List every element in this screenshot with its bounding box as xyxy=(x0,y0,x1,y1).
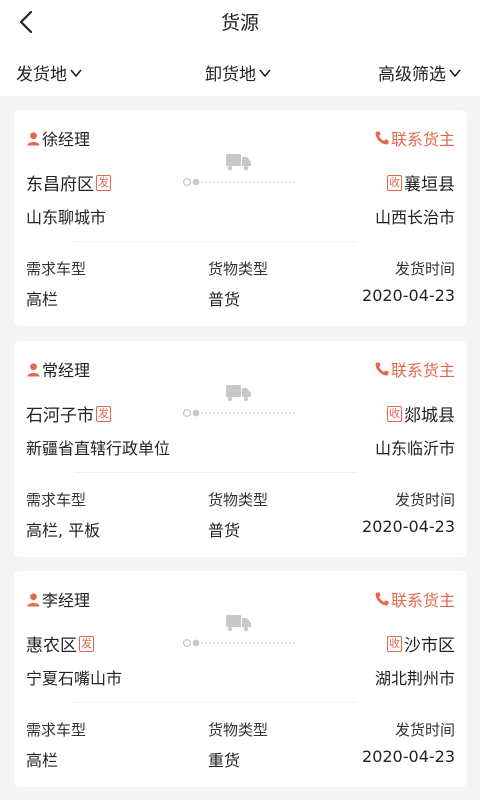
contact-name-text: 徐经理 xyxy=(42,130,91,149)
cargo-card[interactable]: 常经理 联系货主 石河子市 发 收 郯城县 新疆省直辖行政单位 山东临沂市 需求… xyxy=(14,341,467,557)
cargo-type-label: 货物类型 xyxy=(208,260,269,278)
origin-city: 新疆省直辖行政单位 xyxy=(26,439,171,458)
filter-origin[interactable]: 发货地 xyxy=(16,60,83,85)
contact-name: 常经理 xyxy=(26,357,90,381)
contact-name: 徐经理 xyxy=(26,126,90,150)
destination-district: 收 郯城县 xyxy=(385,401,455,426)
ship-date-value: 2020-04-23 xyxy=(362,517,455,536)
person-icon xyxy=(27,362,40,377)
filter-destination-label: 卸货地 xyxy=(205,65,256,85)
destination-district: 收 沙市区 xyxy=(385,631,455,656)
origin-city: 宁夏石嘴山市 xyxy=(26,669,123,688)
ship-date-value: 2020-04-23 xyxy=(362,747,455,766)
contact-name: 李经理 xyxy=(26,587,90,611)
origin-district-text: 东昌府区 xyxy=(26,175,94,195)
destination-tag: 收 xyxy=(387,635,402,652)
phone-icon xyxy=(375,131,389,145)
destination-city: 山西长治市 xyxy=(374,208,455,227)
filter-origin-label: 发货地 xyxy=(16,65,67,85)
contact-name-text: 李经理 xyxy=(42,591,91,610)
cargo-type-value: 重货 xyxy=(208,751,241,770)
chevron-down-icon xyxy=(259,68,271,77)
contact-shipper-label: 联系货主 xyxy=(390,130,455,149)
origin-tag: 发 xyxy=(79,635,94,652)
origin-city: 山东聊城市 xyxy=(26,208,107,227)
chevron-down-icon xyxy=(449,68,461,77)
destination-district: 收 襄垣县 xyxy=(385,170,455,195)
origin-district-text: 石河子市 xyxy=(26,406,94,426)
filter-advanced[interactable]: 高级筛选 xyxy=(378,60,462,85)
filter-destination[interactable]: 卸货地 xyxy=(205,60,272,85)
route-truck-icon xyxy=(182,615,297,648)
ship-date-label: 发货时间 xyxy=(394,721,455,739)
phone-icon xyxy=(375,592,389,606)
origin-district: 东昌府区 发 xyxy=(26,170,113,195)
vehicle-type-label: 需求车型 xyxy=(26,491,87,509)
divider xyxy=(74,241,357,242)
destination-district-text: 襄垣县 xyxy=(404,175,455,195)
filter-bar: 发货地 卸货地 高级筛选 xyxy=(0,44,480,96)
vehicle-type-value: 高栏 xyxy=(26,290,59,309)
phone-icon xyxy=(375,362,389,376)
top-bar: 货源 xyxy=(0,0,480,44)
divider xyxy=(74,702,357,703)
origin-district-text: 惠农区 xyxy=(26,636,77,656)
ship-date-label: 发货时间 xyxy=(394,491,455,509)
vehicle-type-value: 高栏 xyxy=(26,751,59,770)
ship-date-label: 发货时间 xyxy=(394,260,455,278)
destination-tag: 收 xyxy=(387,174,402,191)
origin-tag: 发 xyxy=(96,405,111,422)
contact-shipper-button[interactable]: 联系货主 xyxy=(374,126,455,150)
destination-district-text: 郯城县 xyxy=(404,406,455,426)
destination-city: 山东临沂市 xyxy=(374,439,455,458)
destination-district-text: 沙市区 xyxy=(404,636,455,656)
contact-shipper-label: 联系货主 xyxy=(390,361,455,380)
contact-name-text: 常经理 xyxy=(42,361,91,380)
ship-date-value: 2020-04-23 xyxy=(362,286,455,305)
cargo-type-label: 货物类型 xyxy=(208,721,269,739)
vehicle-type-label: 需求车型 xyxy=(26,260,87,278)
cargo-type-value: 普货 xyxy=(208,521,241,540)
page-title: 货源 xyxy=(220,12,259,34)
cargo-type-value: 普货 xyxy=(208,290,241,309)
filter-advanced-label: 高级筛选 xyxy=(378,65,446,85)
cargo-card[interactable]: 徐经理 联系货主 东昌府区 发 收 襄垣县 山东聊城市 山西长治市 需求车型 货… xyxy=(14,110,467,326)
cargo-card[interactable]: 李经理 联系货主 惠农区 发 收 沙市区 宁夏石嘴山市 湖北荆州市 需求车型 货… xyxy=(14,571,467,787)
contact-shipper-button[interactable]: 联系货主 xyxy=(374,587,455,611)
origin-tag: 发 xyxy=(96,174,111,191)
contact-shipper-label: 联系货主 xyxy=(390,591,455,610)
person-icon xyxy=(27,592,40,607)
route-truck-icon xyxy=(182,154,297,187)
vehicle-type-label: 需求车型 xyxy=(26,721,87,739)
cargo-type-label: 货物类型 xyxy=(208,491,269,509)
person-icon xyxy=(27,131,40,146)
destination-city: 湖北荆州市 xyxy=(374,669,455,688)
destination-tag: 收 xyxy=(387,405,402,422)
contact-shipper-button[interactable]: 联系货主 xyxy=(374,357,455,381)
divider xyxy=(74,472,357,473)
route-truck-icon xyxy=(182,385,297,418)
vehicle-type-value: 高栏, 平板 xyxy=(26,521,101,540)
chevron-down-icon xyxy=(70,68,82,77)
origin-district: 惠农区 发 xyxy=(26,631,96,656)
origin-district: 石河子市 发 xyxy=(26,401,113,426)
